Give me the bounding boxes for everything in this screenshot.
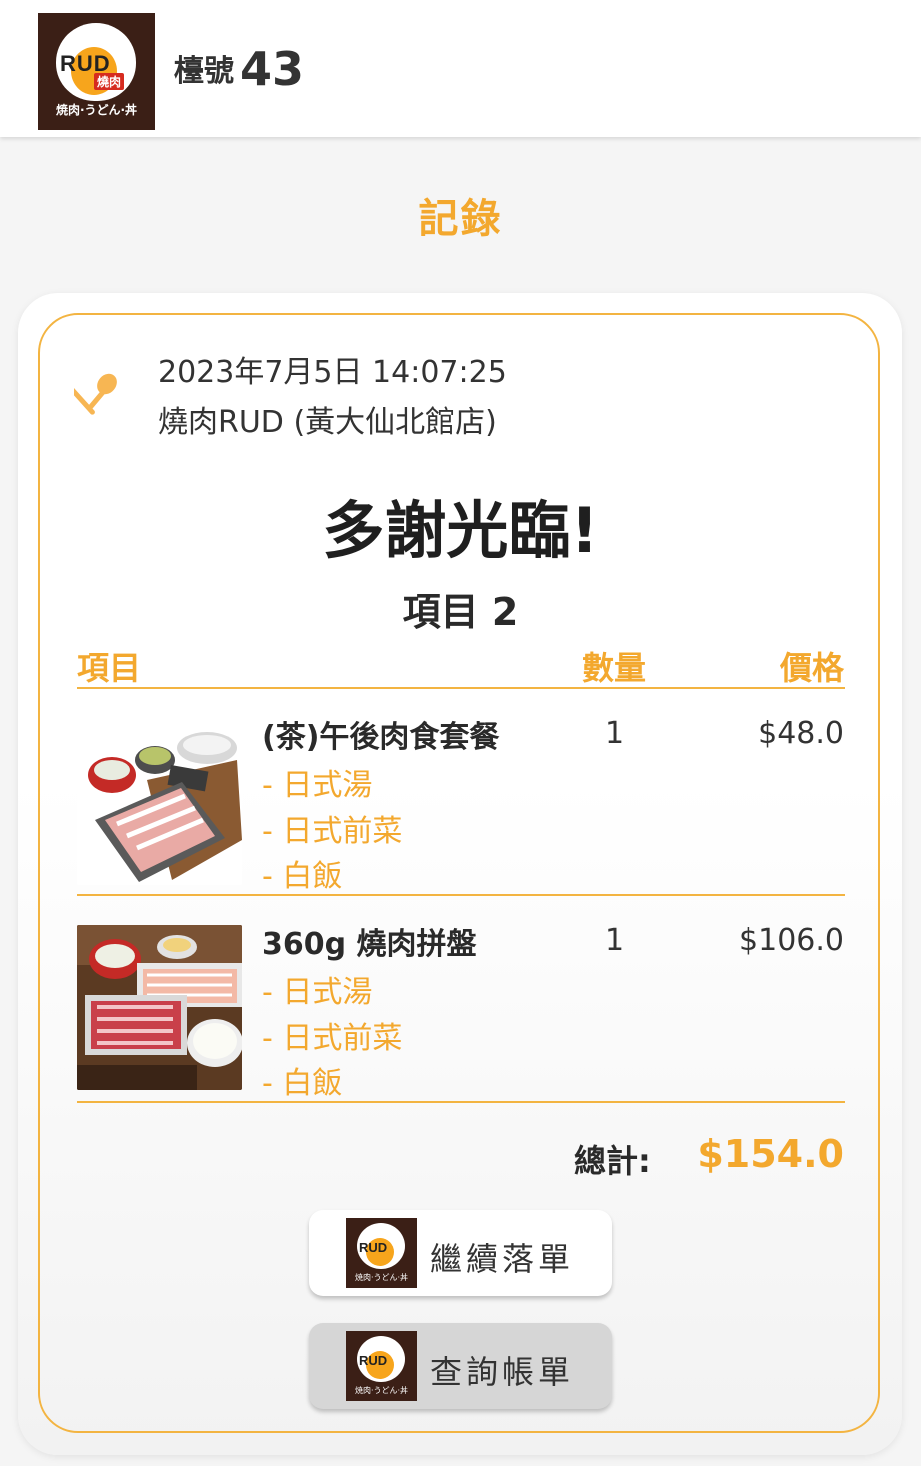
total-label: 總計: bbox=[574, 1142, 651, 1180]
item-option: - 白飯 bbox=[262, 859, 343, 894]
row-divider bbox=[77, 894, 845, 896]
row-divider bbox=[77, 1101, 845, 1103]
logo-tag: 燒肉 bbox=[94, 73, 125, 90]
item-qty: 1 bbox=[605, 716, 625, 751]
item-image bbox=[77, 925, 242, 1090]
item-name: (茶)午後肉食套餐 bbox=[262, 720, 500, 755]
item-price: $48.0 bbox=[758, 716, 844, 751]
brand-logo-icon: RUD 焼肉·うどん·丼 bbox=[346, 1218, 417, 1288]
page-title: 記錄 bbox=[418, 196, 503, 242]
item-option: - 日式前菜 bbox=[262, 1021, 403, 1056]
shop-name: 燒肉RUD (黃大仙北館店) bbox=[158, 405, 497, 440]
item-option: - 日式湯 bbox=[262, 768, 373, 803]
utensils-icon bbox=[74, 373, 117, 415]
brand-logo: RUD 燒肉 焼肉·うどん·丼 bbox=[38, 13, 155, 130]
item-option: - 白飯 bbox=[262, 1066, 343, 1101]
view-bill-label: 查詢帳單 bbox=[430, 1353, 575, 1391]
brand-logo-icon: RUD 焼肉·うどん·丼 bbox=[346, 1331, 417, 1401]
table-number-label: 檯號 43 bbox=[174, 42, 304, 96]
thank-you-heading: 多謝光臨! bbox=[322, 494, 599, 567]
item-count: 項目 2 bbox=[402, 590, 519, 634]
item-option: - 日式前菜 bbox=[262, 814, 403, 849]
column-header-qty: 數量 bbox=[582, 649, 647, 687]
column-header-item: 項目 bbox=[77, 649, 142, 687]
top-bar: RUD 燒肉 焼肉·うどん·丼 檯號 43 bbox=[0, 0, 921, 137]
item-name: 360g 燒肉拼盤 bbox=[262, 927, 477, 962]
header-divider bbox=[77, 687, 845, 689]
order-datetime: 2023年7月5日 14:07:25 bbox=[158, 355, 507, 390]
continue-order-button[interactable]: RUD 焼肉·うどん·丼 繼續落單 bbox=[309, 1210, 612, 1296]
table-label-text: 檯號 bbox=[174, 54, 234, 89]
item-price: $106.0 bbox=[739, 923, 844, 958]
item-option: - 日式湯 bbox=[262, 975, 373, 1010]
total-value: $154.0 bbox=[697, 1132, 844, 1176]
item-image bbox=[77, 720, 242, 885]
logo-subtitle: 焼肉·うどん·丼 bbox=[55, 103, 138, 117]
table-number: 43 bbox=[240, 42, 305, 96]
column-header-price: 價格 bbox=[779, 649, 844, 687]
item-qty: 1 bbox=[605, 923, 625, 958]
continue-order-label: 繼續落單 bbox=[430, 1240, 575, 1278]
view-bill-button[interactable]: RUD 焼肉·うどん·丼 查詢帳單 bbox=[309, 1323, 612, 1409]
